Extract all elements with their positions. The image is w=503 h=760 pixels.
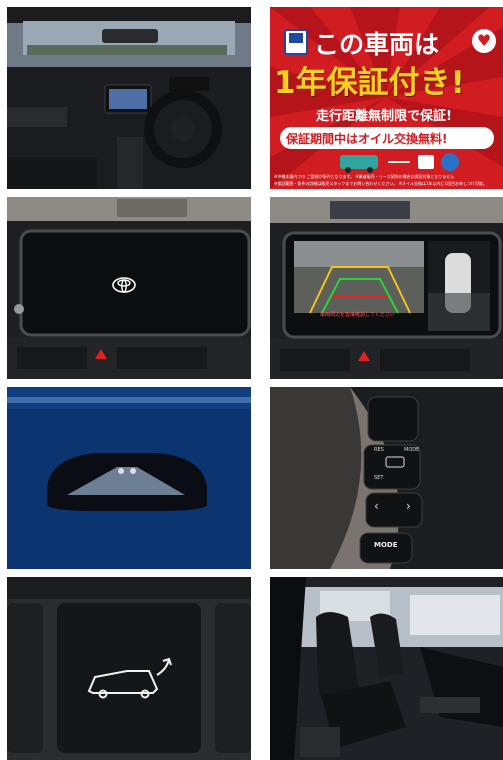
front-sensor-illustration — [7, 387, 251, 569]
chevron-right-icon: › — [406, 499, 411, 513]
front-sensor-photo[interactable] — [7, 387, 251, 569]
set-label: SET — [374, 475, 384, 481]
infotainment-screen-photo[interactable] — [7, 197, 251, 379]
steering-controls-photo[interactable]: RES SET MODE ‹ › MODE — [270, 387, 503, 569]
promo-icons-row — [340, 153, 459, 173]
warranty-promo-banner[interactable]: この車両は ♥ 1年保証付き! 走行距離無制限で保証! 保証期間中はオイル交換無… — [270, 7, 503, 189]
promo-footnote-2: ※保証範囲・条件の詳細は販売スタッフまでお問い合わせください。 ※オイル交換は1… — [274, 181, 487, 186]
promo-heading-line1: この車両は — [314, 30, 440, 59]
oil-drop-icon — [441, 153, 459, 171]
dashboard-illustration — [7, 7, 251, 189]
heart-icon: ♥ — [472, 29, 496, 53]
tailgate-button-photo[interactable] — [7, 577, 251, 760]
rear-camera-photo[interactable]: 車両周辺を直接確認してください — [270, 197, 503, 379]
res-label: RES — [374, 447, 384, 453]
interior-seats-photo[interactable] — [270, 577, 503, 760]
screen-off-illustration — [7, 197, 251, 379]
promo-unlimited-mileage: 走行距離無制限で保証! — [316, 109, 452, 124]
chevron-left-icon: ‹ — [374, 499, 379, 513]
car-icon — [340, 155, 378, 169]
dashboard-photo[interactable] — [7, 7, 251, 189]
mode-small-label: MODE — [404, 447, 420, 453]
dealer-logo — [284, 29, 308, 55]
seats-illustration — [270, 577, 503, 760]
mode-button-label: MODE — [374, 541, 398, 549]
promo-footnote-1: ※沖縄本島内での ご登録が条件となります。 ※業者販売・リース契約の場合は保証対… — [274, 174, 455, 179]
rearview-mirror — [102, 29, 158, 43]
promo-free-oil: 保証期間中はオイル交換無料! — [286, 132, 448, 146]
camera-warning-text: 車両周辺を直接確認してください — [320, 312, 395, 318]
tailgate-illustration — [7, 577, 251, 760]
promo-heading-line2: 1年保証付き! — [274, 65, 465, 101]
plug-icon — [418, 155, 434, 169]
